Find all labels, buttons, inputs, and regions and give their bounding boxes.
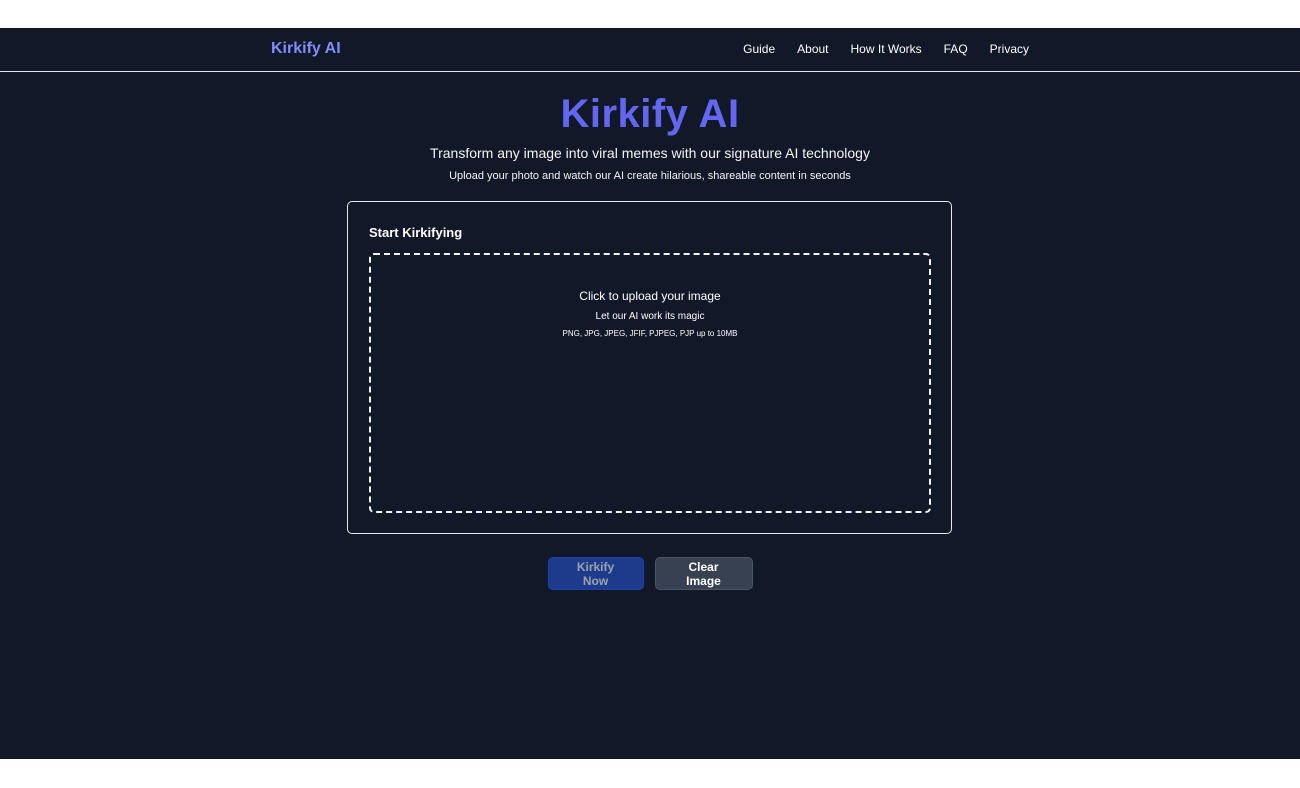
hero-tagline: Upload your photo and watch our AI creat… bbox=[449, 170, 851, 182]
kirkify-now-button[interactable]: Kirkify Now bbox=[547, 557, 644, 590]
upload-card: Start Kirkifying Click to upload your im… bbox=[347, 201, 952, 534]
nav-link-how-it-works[interactable]: How It Works bbox=[851, 42, 922, 56]
nav-link-about[interactable]: About bbox=[797, 42, 828, 56]
dropzone-sub-text: Let our AI work its magic bbox=[595, 311, 705, 322]
dropzone-formats-text: PNG, JPG, JPEG, JFIF, PJPEG, PJP up to 1… bbox=[562, 329, 738, 338]
hero-title: Kirkify AI bbox=[560, 92, 740, 136]
navbar: Kirkify AI Guide About How It Works FAQ … bbox=[0, 28, 1300, 72]
page-viewport: Kirkify AI Guide About How It Works FAQ … bbox=[0, 28, 1300, 759]
brand-logo-link[interactable]: Kirkify AI bbox=[271, 40, 341, 58]
dropzone-main-text: Click to upload your image bbox=[579, 289, 721, 303]
clear-image-button[interactable]: Clear Image bbox=[654, 557, 753, 590]
upload-dropzone[interactable]: Click to upload your image Let our AI wo… bbox=[369, 253, 931, 513]
nav-link-guide[interactable]: Guide bbox=[743, 42, 775, 56]
hero-subtitle: Transform any image into viral memes wit… bbox=[430, 145, 870, 161]
nav-links: Guide About How It Works FAQ Privacy bbox=[743, 42, 1029, 56]
upload-card-title: Start Kirkifying bbox=[369, 225, 463, 240]
action-buttons: Kirkify Now Clear Image bbox=[0, 557, 1300, 590]
nav-link-faq[interactable]: FAQ bbox=[944, 42, 968, 56]
nav-link-privacy[interactable]: Privacy bbox=[990, 42, 1029, 56]
